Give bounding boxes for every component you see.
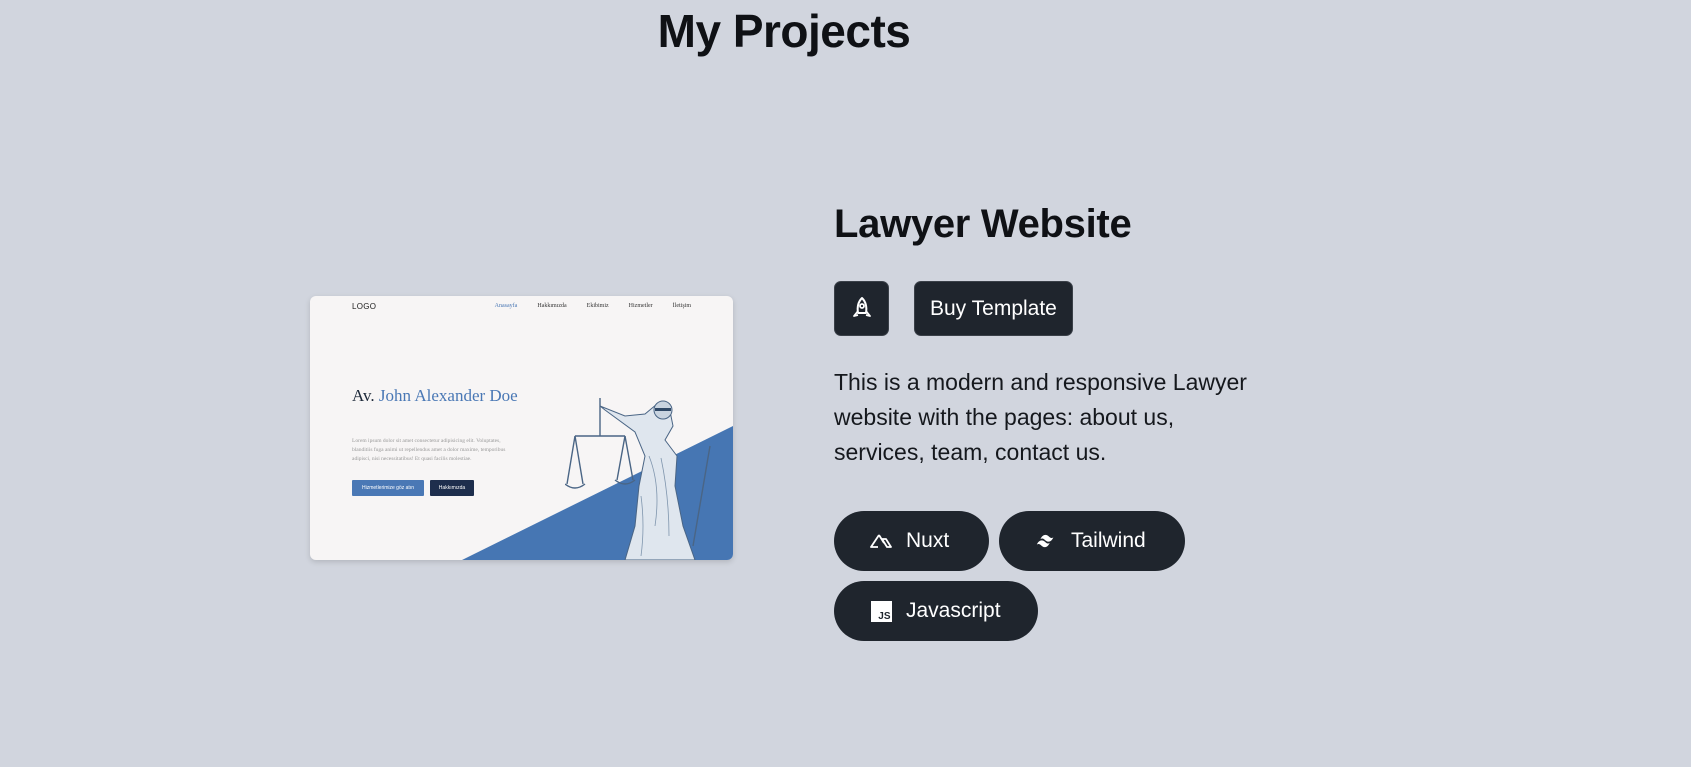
- javascript-icon-text: JS: [878, 610, 891, 622]
- preview-heading-prefix: Av.: [352, 386, 375, 405]
- tech-label: Tailwind: [1071, 529, 1146, 552]
- tailwind-icon: [1035, 530, 1057, 552]
- lady-justice-illustration: [565, 398, 711, 560]
- tech-badge-javascript: JS Javascript: [834, 581, 1038, 641]
- preview-body-text: Lorem ipsum dolor sit amet consectetur a…: [352, 438, 506, 462]
- tech-badge-tailwind: Tailwind: [999, 511, 1185, 571]
- preview-primary-button: Hizmetlerimize göz atın: [352, 480, 424, 496]
- preview-nav-item: İletişim: [672, 303, 691, 309]
- preview-logo: LOGO: [352, 302, 377, 311]
- javascript-icon: JS: [870, 600, 892, 622]
- preview-nav-item: Anasayfa: [494, 303, 518, 309]
- buy-template-button[interactable]: Buy Template: [914, 281, 1073, 336]
- preview-heading-name: John Alexander Doe: [378, 386, 518, 405]
- nuxt-icon: [870, 530, 892, 552]
- project-title: Lawyer Website: [834, 202, 1132, 246]
- preview-secondary-button: Hakkımızda: [430, 480, 474, 496]
- preview-nav: Anasayfa Hakkımızda Ekibimiz Hizmetler İ…: [495, 303, 691, 309]
- preview-nav-item: Hakkımızda: [537, 303, 567, 309]
- projects-page: My Projects LOGO Anasayfa Hakkımızda Eki…: [0, 0, 1691, 767]
- preview-nav-item: Hizmetler: [628, 303, 653, 309]
- tech-label: Javascript: [906, 599, 1001, 622]
- project-description: This is a modern and responsive Lawyer w…: [834, 369, 1247, 465]
- section-title: My Projects: [657, 5, 911, 57]
- rocket-icon: [852, 296, 871, 317]
- tech-label: Nuxt: [906, 529, 950, 552]
- tech-badge-nuxt: Nuxt: [834, 511, 989, 571]
- launch-demo-button[interactable]: [834, 281, 889, 336]
- preview-heading: Av. John Alexander Doe: [352, 382, 532, 410]
- project-preview-image[interactable]: LOGO Anasayfa Hakkımızda Ekibimiz Hizmet…: [310, 296, 733, 560]
- preview-nav-item: Ekibimiz: [586, 303, 609, 309]
